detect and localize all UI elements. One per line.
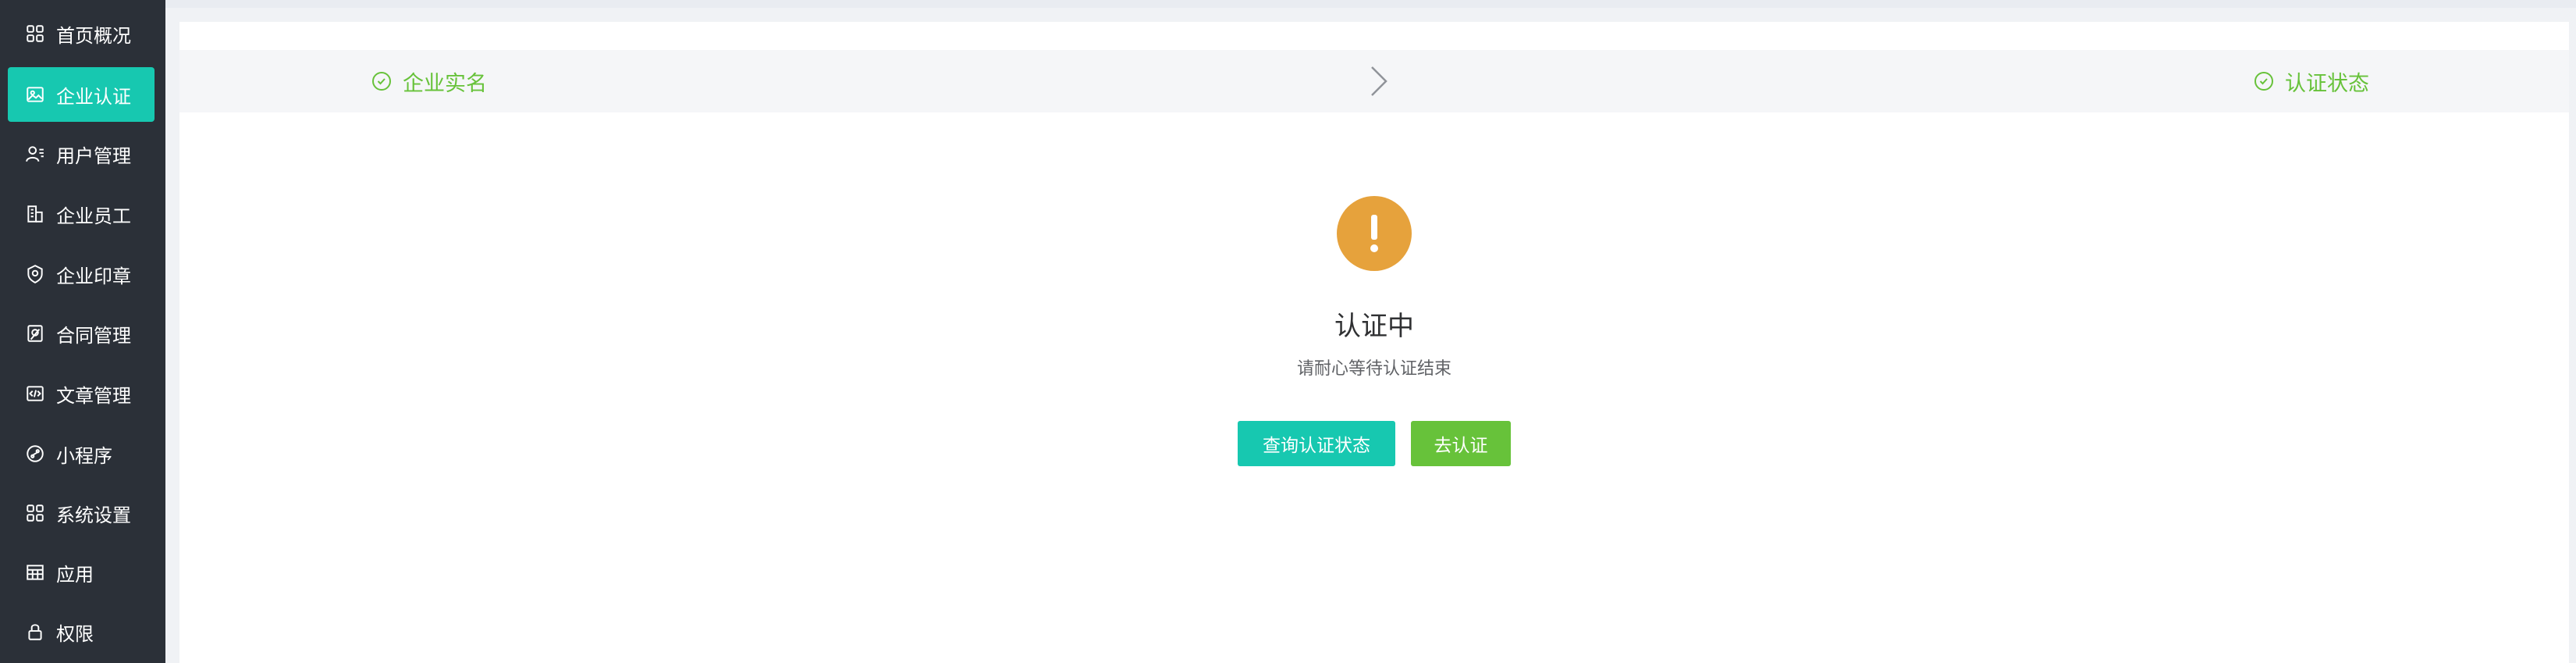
sidebar-item-label: 系统设置: [56, 504, 131, 526]
sidebar-item-articles[interactable]: 文章管理: [8, 366, 155, 421]
sidebar-item-settings[interactable]: 系统设置: [8, 486, 155, 540]
sidebar-item-seals[interactable]: 企业印章: [8, 247, 155, 301]
sidebar-item-employees[interactable]: 企业员工: [8, 187, 155, 241]
sidebar-item-label: 文章管理: [56, 384, 131, 407]
user-list-icon: [23, 142, 47, 166]
check-circle-icon: [2254, 71, 2274, 91]
lock-icon: [23, 620, 47, 643]
sidebar-item-enterprise-auth[interactable]: 企业认证: [8, 67, 155, 122]
step-label: 认证状态: [2285, 71, 2369, 96]
go-auth-button[interactable]: 去认证: [1411, 421, 1511, 466]
top-strip: [165, 0, 2576, 8]
sidebar-item-label: 用户管理: [56, 144, 131, 167]
warning-icon: [1337, 196, 1412, 271]
sidebar-item-label: 权限: [56, 622, 94, 645]
sidebar-item-label: 首页概况: [56, 24, 131, 47]
step-label: 企业实名: [403, 71, 487, 96]
grid-icon: [23, 22, 47, 45]
main-panel: 企业实名 认证状态 认证中 请耐心等待认证结束 查询认证状态 去认证: [179, 22, 2569, 663]
result-subtitle: 请耐心等待认证结束: [1296, 359, 1451, 379]
steps-bar: 企业实名 认证状态: [179, 50, 2569, 112]
app-table-icon: [23, 561, 47, 584]
mini-program-icon: [23, 442, 47, 465]
sidebar-item-label: 企业认证: [56, 85, 131, 108]
step-auth-status: 认证状态: [2254, 50, 2369, 112]
sidebar-item-apps[interactable]: 应用: [8, 545, 155, 600]
sidebar-item-contracts[interactable]: 合同管理: [8, 306, 155, 361]
result-title: 认证中: [1334, 311, 1414, 342]
step-enterprise-realname: 企业实名: [371, 50, 487, 112]
contract-icon: [23, 322, 47, 345]
chevron-right-icon: [1363, 64, 1394, 98]
sidebar-item-label: 企业印章: [56, 265, 131, 287]
sidebar-item-mini-program[interactable]: 小程序: [8, 426, 155, 481]
sidebar: 首页概况 企业认证 用户管理 企业员工 企业印章 合同管理 文章管理 小程序 系…: [0, 0, 165, 663]
check-circle-icon: [371, 71, 392, 91]
sidebar-item-label: 企业员工: [56, 205, 131, 227]
sidebar-item-label: 小程序: [56, 444, 112, 467]
sidebar-item-label: 应用: [56, 563, 94, 586]
sidebar-item-label: 合同管理: [56, 324, 131, 347]
building-icon: [23, 202, 47, 226]
id-card-icon: [23, 83, 47, 106]
code-doc-icon: [23, 382, 47, 405]
seal-icon: [23, 262, 47, 286]
sidebar-item-users[interactable]: 用户管理: [8, 127, 155, 181]
sidebar-item-home[interactable]: 首页概况: [8, 6, 155, 61]
query-status-button[interactable]: 查询认证状态: [1238, 421, 1395, 466]
sidebar-item-permissions[interactable]: 权限: [8, 604, 155, 659]
settings-grid-icon: [23, 501, 47, 525]
